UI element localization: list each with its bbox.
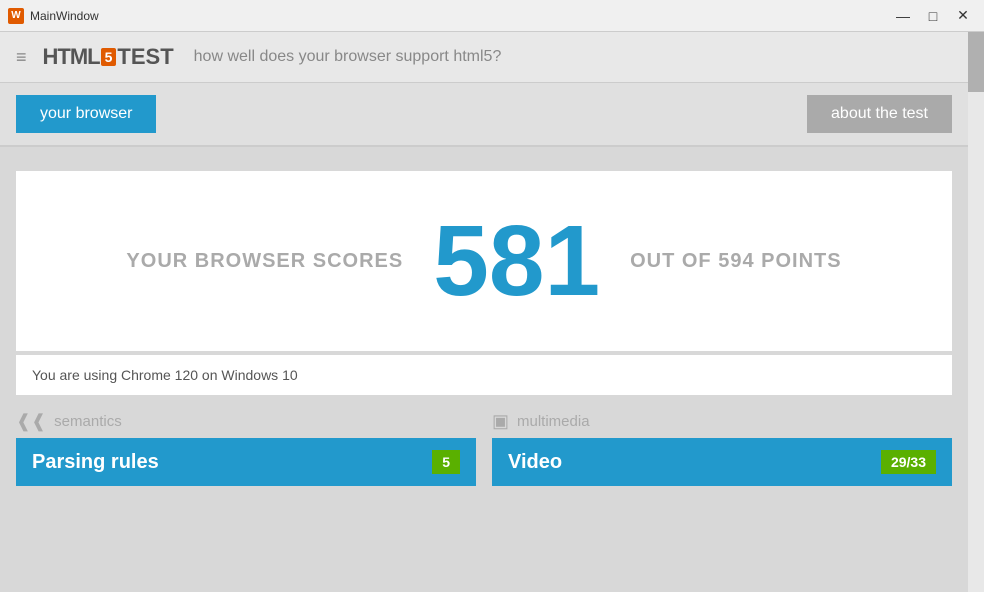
scrollbar[interactable] [968,32,984,592]
browser-info-text: You are using Chrome 120 on Windows 10 [32,367,298,383]
window-title: MainWindow [30,9,99,23]
content-area: YOUR BROWSER SCORES 581 OUT OF 594 POINT… [0,147,968,502]
semantics-label: semantics [54,413,122,430]
multimedia-bar-label: Video [508,451,562,474]
minimize-button[interactable]: — [890,6,916,26]
scroll-thumb[interactable] [968,32,984,92]
score-card: YOUR BROWSER SCORES 581 OUT OF 594 POINT… [16,171,952,351]
semantics-bar[interactable]: Parsing rules 5 [16,438,476,486]
categories: ❰❰ semantics Parsing rules 5 ▣ multimedi… [16,411,952,486]
score-label-left: YOUR BROWSER SCORES [126,250,403,273]
html-label: HTML [43,44,100,70]
main-content: ≡ HTML 5 TEST how well does your browser… [0,32,984,592]
category-multimedia: ▣ multimedia Video 29/33 [492,411,952,486]
multimedia-bar-score: 29/33 [881,450,936,474]
browser-info: You are using Chrome 120 on Windows 10 [16,355,952,395]
hamburger-icon[interactable]: ≡ [16,47,27,68]
nav-area: your browser about the test [0,83,968,147]
score-number: 581 [433,211,600,311]
category-multimedia-header: ▣ multimedia [492,411,952,432]
category-semantics: ❰❰ semantics Parsing rules 5 [16,411,476,486]
title-bar-left: W MainWindow [8,8,99,24]
title-bar: W MainWindow — □ ✕ [0,0,984,32]
multimedia-icon: ▣ [492,411,509,432]
close-button[interactable]: ✕ [950,6,976,26]
category-semantics-header: ❰❰ semantics [16,411,476,432]
about-test-button[interactable]: about the test [807,95,952,133]
score-label-right: OUT OF 594 POINTS [630,250,841,273]
html5-badge: 5 [101,48,117,66]
semantics-bar-label: Parsing rules [32,451,159,474]
multimedia-label: multimedia [517,413,590,430]
html5-logo: HTML 5 TEST [43,44,174,70]
window-controls: — □ ✕ [890,6,976,26]
semantics-icon: ❰❰ [16,411,46,432]
maximize-button[interactable]: □ [920,6,946,26]
app-icon: W [8,8,24,24]
multimedia-bar[interactable]: Video 29/33 [492,438,952,486]
semantics-bar-score: 5 [432,450,460,474]
your-browser-button[interactable]: your browser [16,95,156,133]
test-label: TEST [117,44,173,70]
tagline: how well does your browser support html5… [194,48,502,66]
header: ≡ HTML 5 TEST how well does your browser… [0,32,968,83]
